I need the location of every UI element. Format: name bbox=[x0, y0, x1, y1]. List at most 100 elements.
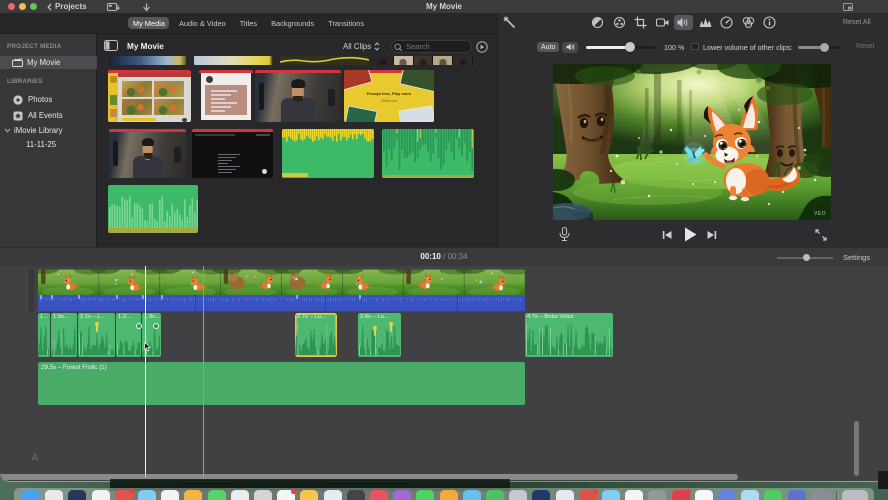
voiceover-mic-icon[interactable] bbox=[559, 227, 570, 242]
sidebar-toggle-icon[interactable] bbox=[104, 40, 118, 51]
dock-app-icon[interactable] bbox=[439, 490, 458, 500]
enhance-wand-icon[interactable] bbox=[503, 16, 516, 29]
dock-app-icon[interactable] bbox=[207, 490, 226, 500]
sidebar-item-photos[interactable]: Photos bbox=[0, 93, 97, 106]
media-clip-talking-head[interactable] bbox=[109, 129, 186, 178]
crop-button[interactable] bbox=[631, 15, 650, 30]
audio-clip[interactable]: 1.2... bbox=[116, 313, 141, 357]
dock-app-icon[interactable] bbox=[346, 490, 365, 500]
dock-app-icon[interactable] bbox=[578, 488, 599, 500]
media-clip-terminal[interactable] bbox=[192, 129, 273, 178]
dock-app-icon[interactable] bbox=[114, 488, 135, 500]
dock-app-icon[interactable] bbox=[509, 490, 528, 500]
audio-clip[interactable]: 1... bbox=[38, 313, 50, 357]
autoplay-icon[interactable] bbox=[476, 40, 488, 53]
volume-slider-track[interactable] bbox=[586, 42, 656, 52]
partial-clip[interactable] bbox=[109, 56, 186, 65]
tab-transitions[interactable]: Transitions bbox=[324, 17, 369, 29]
dock-app-icon[interactable] bbox=[787, 490, 806, 500]
reset-all-button[interactable]: Reset All bbox=[843, 19, 871, 26]
dock-app-icon[interactable] bbox=[68, 490, 87, 500]
media-clip-audio-yellowwave[interactable] bbox=[282, 129, 374, 178]
dock-app-icon[interactable] bbox=[277, 488, 297, 500]
dock-app-icon[interactable] bbox=[184, 490, 203, 500]
dock-app-icon[interactable] bbox=[718, 490, 736, 500]
dock-app-icon[interactable] bbox=[91, 490, 110, 500]
dock-app-icon[interactable] bbox=[602, 490, 620, 500]
clip-filter-dropdown[interactable]: All Clips bbox=[343, 42, 380, 51]
ducking-slider-knob[interactable] bbox=[820, 42, 829, 52]
dock-app-icon[interactable] bbox=[694, 490, 713, 500]
dock-app-icon[interactable] bbox=[648, 490, 667, 500]
tab-my-media[interactable]: My Media bbox=[128, 17, 170, 29]
stabilization-button[interactable] bbox=[653, 15, 672, 30]
auto-volume-button[interactable]: Auto bbox=[537, 42, 560, 52]
dock-app-icon[interactable] bbox=[462, 490, 481, 500]
fade-handle[interactable] bbox=[136, 323, 142, 329]
dock-app-icon[interactable] bbox=[138, 490, 156, 500]
media-clip-promo-slide[interactable]: Prompt less, Play more What's new bbox=[344, 70, 434, 122]
music-clip[interactable]: 29.5s – Forest Frolic (1) bbox=[38, 362, 525, 405]
sidebar-item-imovie-library[interactable]: iMovie Library bbox=[0, 124, 97, 137]
window-mode-icon[interactable] bbox=[843, 2, 853, 11]
color-correction-button[interactable] bbox=[610, 15, 629, 30]
fullscreen-icon[interactable] bbox=[815, 229, 827, 241]
dock-app-icon[interactable] bbox=[671, 488, 692, 500]
sidebar-item-my-movie[interactable]: My Movie bbox=[0, 56, 97, 69]
dock-app-icon[interactable] bbox=[393, 490, 412, 500]
dock-app-icon[interactable] bbox=[230, 490, 249, 500]
media-clip-screenshot-grid[interactable] bbox=[108, 70, 191, 122]
vertical-scrollbar[interactable] bbox=[854, 421, 859, 476]
mute-button[interactable] bbox=[562, 41, 579, 53]
sidebar-item-event-date[interactable]: 11-11-25 bbox=[0, 138, 97, 151]
partial-clip[interactable] bbox=[280, 56, 369, 65]
dock-app-icon[interactable] bbox=[45, 490, 64, 500]
dock-app-icon[interactable] bbox=[810, 490, 829, 500]
audio-clip[interactable]: 2.7s – Lu... bbox=[295, 313, 337, 357]
dock-app-icon[interactable] bbox=[486, 490, 504, 500]
tab-audio-video[interactable]: Audio & Video bbox=[174, 17, 230, 29]
lower-volume-checkbox[interactable] bbox=[691, 42, 699, 50]
next-frame-icon[interactable] bbox=[707, 231, 717, 239]
clip-info-button[interactable] bbox=[760, 15, 779, 30]
video-clip-filmstrip[interactable] bbox=[38, 269, 525, 295]
media-clip-audio-voice[interactable] bbox=[108, 185, 198, 233]
audio-clip[interactable]: 4.7s – Bobo Voice bbox=[525, 313, 613, 357]
dock-app-icon[interactable] bbox=[370, 490, 388, 500]
volume-slider-knob[interactable] bbox=[625, 42, 635, 52]
dock-app-icon[interactable] bbox=[254, 490, 272, 500]
dock-app-icon[interactable] bbox=[161, 490, 180, 500]
dock-app-icon[interactable] bbox=[764, 490, 783, 500]
volume-button[interactable] bbox=[674, 15, 693, 30]
noise-reduction-button[interactable] bbox=[696, 15, 715, 30]
media-clip-audio-drips[interactable] bbox=[382, 129, 474, 178]
sidebar-item-all-events[interactable]: All Events bbox=[0, 109, 97, 122]
search-field[interactable]: Search bbox=[391, 40, 472, 53]
timeline-zoom-knob[interactable] bbox=[803, 254, 810, 261]
dock-app-icon[interactable] bbox=[323, 490, 342, 500]
speed-button[interactable] bbox=[717, 15, 736, 30]
dock-app-icon[interactable] bbox=[625, 490, 644, 500]
dock-app-icon[interactable] bbox=[741, 490, 760, 500]
dock-app-icon[interactable] bbox=[842, 490, 868, 500]
dock-app-icon[interactable] bbox=[532, 490, 551, 500]
reset-volume-button[interactable]: Reset bbox=[856, 43, 874, 50]
dock-app-icon[interactable] bbox=[416, 490, 435, 500]
timeline-settings-button[interactable]: Settings bbox=[843, 253, 870, 262]
dock-app-icon[interactable] bbox=[22, 490, 40, 500]
previous-frame-icon[interactable] bbox=[662, 231, 672, 239]
tab-titles[interactable]: Titles bbox=[235, 17, 261, 29]
playhead[interactable] bbox=[144, 266, 146, 478]
ducking-slider-track[interactable] bbox=[798, 42, 840, 52]
clip-filter-button[interactable] bbox=[739, 15, 758, 30]
color-balance-button[interactable] bbox=[588, 15, 607, 30]
tab-backgrounds[interactable]: Backgrounds bbox=[267, 17, 319, 29]
timeline-zoom-slider[interactable] bbox=[777, 254, 833, 261]
audio-clip[interactable]: 1.5s... bbox=[51, 313, 77, 357]
media-clip-talking-head[interactable] bbox=[255, 70, 341, 122]
audio-clip[interactable]: 2.6s – Lu... bbox=[358, 313, 401, 357]
dock-app-icon[interactable] bbox=[555, 490, 574, 500]
dock-app-icon[interactable] bbox=[300, 490, 319, 500]
media-clip-document[interactable] bbox=[199, 70, 253, 122]
audio-clip[interactable]: 2.1s – L... bbox=[78, 313, 115, 357]
